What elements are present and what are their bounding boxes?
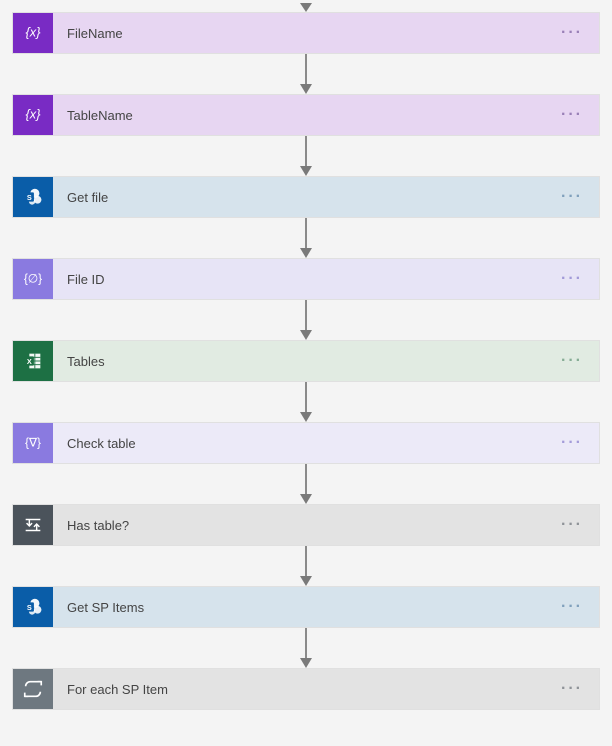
flow-step-body: Has table? ··· xyxy=(53,505,599,545)
flow-step-body: Tables ··· xyxy=(53,341,599,381)
svg-text:X: X xyxy=(27,357,32,366)
step-menu-button[interactable]: ··· xyxy=(557,184,587,210)
flow-step-body: Get SP Items ··· xyxy=(53,587,599,627)
flow-arrow-icon xyxy=(297,218,315,258)
sharepoint-icon-box: S xyxy=(13,177,53,217)
variable-icon: {x} xyxy=(22,22,44,44)
flow-step-file-id[interactable]: {∅} File ID ··· xyxy=(12,258,600,300)
flow-step-body: File ID ··· xyxy=(53,259,599,299)
flow-step-label: Get SP Items xyxy=(67,600,144,615)
flow-connector xyxy=(297,218,315,258)
excel-icon: X xyxy=(22,350,44,372)
flow-connector xyxy=(297,628,315,668)
flow-step-filename[interactable]: {x} FileName ··· xyxy=(12,12,600,54)
flow-step-label: File ID xyxy=(67,272,105,287)
svg-text:S: S xyxy=(27,193,32,202)
flow-step-body: Check table ··· xyxy=(53,423,599,463)
flow-arrow-icon xyxy=(297,382,315,422)
svg-text:S: S xyxy=(27,603,32,612)
svg-text:{∅}: {∅} xyxy=(24,272,42,286)
excel-icon-box: X xyxy=(13,341,53,381)
flow-arrow-icon xyxy=(297,136,315,176)
flow-arrow-icon xyxy=(297,0,315,12)
step-menu-button[interactable]: ··· xyxy=(557,512,587,538)
condition-icon-box xyxy=(13,505,53,545)
flow-connector xyxy=(297,382,315,422)
flow-step-body: For each SP Item ··· xyxy=(53,669,599,709)
flow-step-body: TableName ··· xyxy=(53,95,599,135)
flow-connector xyxy=(297,136,315,176)
loop-icon xyxy=(22,678,44,700)
sharepoint-icon: S xyxy=(22,186,44,208)
flow-step-label: Get file xyxy=(67,190,108,205)
step-menu-button[interactable]: ··· xyxy=(557,20,587,46)
svg-text:{x}: {x} xyxy=(26,25,42,40)
step-menu-button[interactable]: ··· xyxy=(557,102,587,128)
sharepoint-icon-box: S xyxy=(13,587,53,627)
flow-step-label: FileName xyxy=(67,26,123,41)
variable-icon-box: {x} xyxy=(13,95,53,135)
step-menu-button[interactable]: ··· xyxy=(557,676,587,702)
flow-step-tablename[interactable]: {x} TableName ··· xyxy=(12,94,600,136)
step-menu-button[interactable]: ··· xyxy=(557,266,587,292)
flow-arrow-icon xyxy=(297,464,315,504)
flow-step-body: FileName ··· xyxy=(53,13,599,53)
flow-step-has-table[interactable]: Has table? ··· xyxy=(12,504,600,546)
flow-step-label: Has table? xyxy=(67,518,129,533)
flow-step-label: TableName xyxy=(67,108,133,123)
flow-connector xyxy=(297,546,315,586)
filter-icon-box: {∇} xyxy=(13,423,53,463)
flow-step-check-table[interactable]: {∇} Check table ··· xyxy=(12,422,600,464)
variable-icon-box: {x} xyxy=(13,13,53,53)
flow-step-get-sp-items[interactable]: S Get SP Items ··· xyxy=(12,586,600,628)
svg-text:{∇}: {∇} xyxy=(25,436,41,450)
step-menu-button[interactable]: ··· xyxy=(557,430,587,456)
condition-icon xyxy=(22,514,44,536)
flow-connector xyxy=(297,0,315,12)
loop-icon-box xyxy=(13,669,53,709)
compose-icon: {∅} xyxy=(22,268,44,290)
flow-connector xyxy=(297,300,315,340)
flow-step-label: Check table xyxy=(67,436,136,451)
flow-connector xyxy=(297,54,315,94)
flow-step-label: For each SP Item xyxy=(67,682,168,697)
flow-connector xyxy=(297,464,315,504)
flow-arrow-icon xyxy=(297,54,315,94)
flow-step-body: Get file ··· xyxy=(53,177,599,217)
flow-step-for-each-sp-item[interactable]: For each SP Item ··· xyxy=(12,668,600,710)
flow-step-tables[interactable]: X Tables ··· xyxy=(12,340,600,382)
sharepoint-icon: S xyxy=(22,596,44,618)
flow-arrow-icon xyxy=(297,300,315,340)
step-menu-button[interactable]: ··· xyxy=(557,348,587,374)
flow-step-label: Tables xyxy=(67,354,105,369)
variable-icon: {x} xyxy=(22,104,44,126)
flow-step-get-file[interactable]: S Get file ··· xyxy=(12,176,600,218)
step-menu-button[interactable]: ··· xyxy=(557,594,587,620)
compose-icon-box: {∅} xyxy=(13,259,53,299)
svg-text:{x}: {x} xyxy=(26,107,42,122)
filter-icon: {∇} xyxy=(22,432,44,454)
flow-arrow-icon xyxy=(297,628,315,668)
flow-arrow-icon xyxy=(297,546,315,586)
